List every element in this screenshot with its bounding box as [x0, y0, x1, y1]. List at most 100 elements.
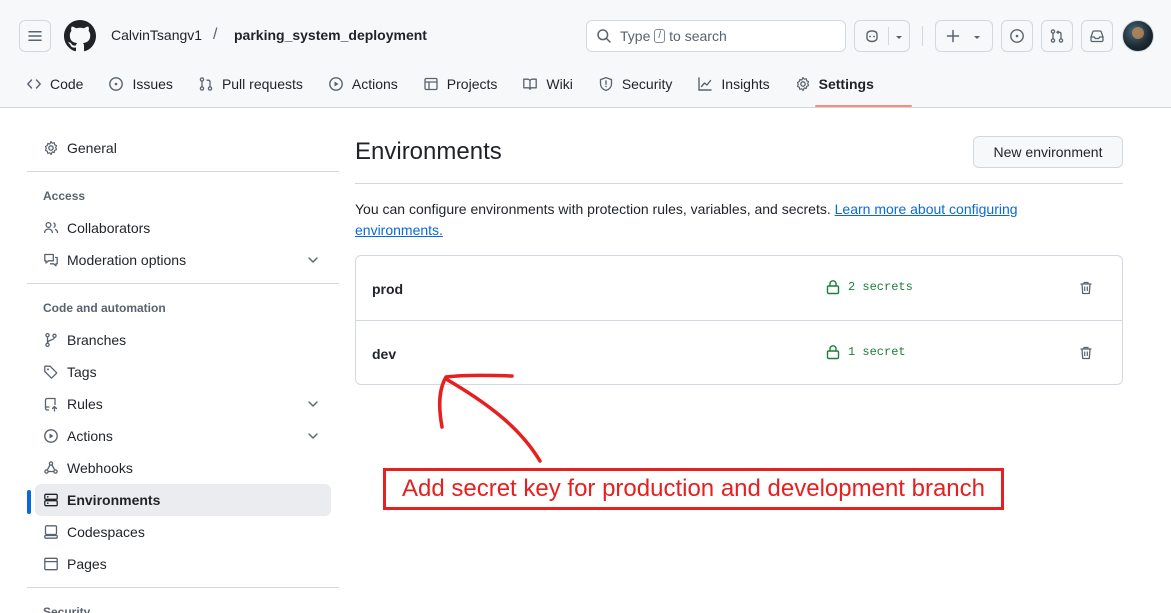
- repo-push-icon: [44, 397, 58, 412]
- sidebar-item-branches[interactable]: Branches: [35, 324, 331, 356]
- tab-insights-label: Insights: [721, 76, 770, 92]
- sidebar-item-label: Rules: [67, 396, 103, 412]
- plus-icon: [946, 29, 960, 43]
- sidebar-item-label: Webhooks: [67, 460, 133, 476]
- sidebar-heading-security: Security: [43, 605, 91, 613]
- pull-requests-button[interactable]: [1041, 20, 1073, 52]
- environment-secrets-count: 2 secrets: [826, 279, 913, 295]
- sidebar-item-label: Moderation options: [67, 252, 187, 268]
- sidebar-divider: [27, 283, 339, 284]
- sidebar-item-actions[interactable]: Actions: [35, 420, 331, 452]
- search-placeholder: Type / to search: [620, 28, 727, 44]
- sidebar-item-label: General: [67, 140, 117, 156]
- sidebar-divider: [27, 587, 339, 588]
- tab-issues-label: Issues: [132, 76, 173, 92]
- tab-insights[interactable]: Insights: [697, 71, 781, 97]
- breadcrumb-owner-link[interactable]: CalvinTsangv1: [111, 27, 202, 43]
- sidebar-item-label: Tags: [67, 364, 97, 380]
- three-bars-icon: [28, 31, 42, 41]
- tab-security[interactable]: Security: [598, 71, 685, 97]
- active-tab-underline: [815, 105, 912, 107]
- gear-icon: [44, 140, 58, 156]
- sidebar-item-codespaces[interactable]: Codespaces: [35, 516, 331, 548]
- sidebar-item-label: Actions: [67, 428, 113, 444]
- sidebar-divider: [27, 171, 339, 172]
- sidebar-item-label: Codespaces: [67, 524, 145, 540]
- github-mark-icon[interactable]: [64, 20, 96, 52]
- copilot-button[interactable]: [854, 20, 910, 52]
- git-branch-icon: [45, 332, 57, 348]
- sidebar-item-general[interactable]: General: [35, 132, 331, 164]
- tab-projects[interactable]: Projects: [423, 71, 510, 97]
- tab-settings[interactable]: Settings: [795, 71, 886, 97]
- tab-code[interactable]: Code: [26, 71, 95, 97]
- sidebar-item-environments[interactable]: Environments: [35, 484, 331, 516]
- chevron-down-icon[interactable]: [894, 32, 904, 42]
- breadcrumb-separator: /: [213, 26, 218, 43]
- secrets-label: 1 secret: [848, 345, 906, 359]
- play-icon: [44, 429, 58, 443]
- search-input[interactable]: Type / to search: [586, 20, 846, 52]
- sidebar-item-webhooks[interactable]: Webhooks: [35, 452, 331, 484]
- sidebar-item-label: Collaborators: [67, 220, 151, 236]
- sidebar-item-label: Environments: [67, 492, 161, 508]
- sidebar-heading-access: Access: [43, 189, 86, 203]
- tab-issues[interactable]: Issues: [108, 71, 184, 97]
- tab-actions[interactable]: Actions: [328, 71, 410, 97]
- tab-code-label: Code: [50, 76, 84, 92]
- sidebar-item-moderation-options[interactable]: Moderation options: [35, 244, 331, 276]
- environment-name-link[interactable]: dev: [372, 346, 396, 362]
- search-icon: [597, 29, 611, 43]
- browser-icon: [44, 557, 58, 571]
- tab-wiki[interactable]: Wiki: [522, 71, 584, 97]
- environment-row-prod: prod 2 secrets: [356, 256, 1122, 320]
- hamburger-menu-button[interactable]: [19, 20, 51, 52]
- annotation-arrow: [437, 373, 542, 463]
- issues-button[interactable]: [1001, 20, 1033, 52]
- code-icon: [27, 79, 41, 89]
- annotation-text: Add secret key for production and develo…: [401, 475, 986, 502]
- git-pull-request-icon: [1050, 29, 1064, 43]
- user-avatar[interactable]: [1122, 20, 1154, 52]
- inbox-button[interactable]: [1081, 20, 1113, 52]
- lock-icon: [826, 280, 840, 295]
- search-prefix: Type: [620, 28, 651, 44]
- chevron-down-icon: [308, 257, 318, 263]
- repo-nav-tabs: Code Issues Pull requests Actions Projec…: [26, 71, 899, 97]
- copilot-icon: [866, 30, 878, 43]
- breadcrumb-repo-link[interactable]: parking_system_deployment: [234, 27, 427, 43]
- sidebar-heading-code-automation: Code and automation: [43, 301, 166, 315]
- tab-pull-requests[interactable]: Pull requests: [198, 71, 315, 97]
- lock-icon: [826, 345, 840, 360]
- chevron-down-icon: [974, 36, 980, 39]
- tab-pull-requests-label: Pull requests: [221, 76, 303, 92]
- gear-icon: [796, 76, 809, 92]
- table-icon: [424, 77, 438, 91]
- sidebar-item-rules[interactable]: Rules: [35, 388, 331, 420]
- sidebar-item-tags[interactable]: Tags: [35, 356, 331, 388]
- sidebar-item-collaborators[interactable]: Collaborators: [35, 212, 331, 244]
- issue-opened-icon: [109, 77, 124, 91]
- description-text: You can configure environments with prot…: [355, 201, 831, 217]
- inbox-icon: [1090, 30, 1104, 43]
- chevron-down-icon: [308, 433, 318, 439]
- tab-settings-label: Settings: [818, 76, 874, 92]
- play-icon: [328, 77, 343, 91]
- sidebar-item-label: Branches: [67, 332, 127, 348]
- delete-environment-button[interactable]: [1076, 278, 1096, 298]
- new-environment-button[interactable]: New environment: [973, 136, 1123, 168]
- search-shortcut-key: /: [654, 29, 666, 43]
- environment-secrets-count: 1 secret: [826, 344, 906, 360]
- delete-environment-button[interactable]: [1076, 343, 1096, 363]
- selected-indicator: [27, 490, 31, 514]
- tag-icon: [44, 365, 58, 379]
- book-icon: [523, 78, 538, 91]
- environments-description: You can configure environments with prot…: [355, 199, 1095, 241]
- server-icon: [44, 493, 58, 507]
- trash-icon: [1080, 346, 1092, 360]
- sidebar-item-pages[interactable]: Pages: [35, 548, 331, 580]
- comment-discussion-icon: [44, 253, 58, 267]
- create-new-button[interactable]: [935, 20, 993, 52]
- environment-name-link[interactable]: prod: [372, 281, 403, 297]
- header-divider: [922, 26, 923, 46]
